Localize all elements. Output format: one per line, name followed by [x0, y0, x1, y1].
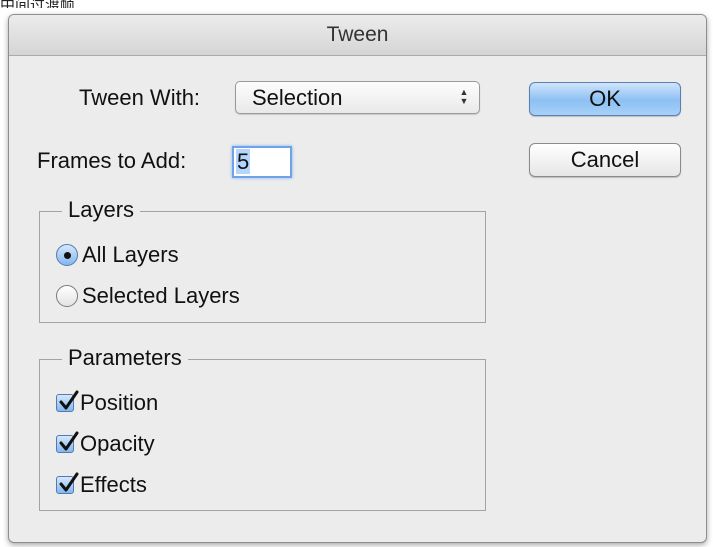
checkmark-icon[interactable]	[56, 390, 79, 412]
radio-all-layers[interactable]: All Layers	[56, 242, 179, 268]
frames-to-add-label: Frames to Add:	[37, 148, 187, 173]
frames-to-add-input[interactable]: 5	[232, 146, 292, 178]
layers-group: Layers All Layers Selected Layers	[39, 197, 486, 323]
dialog-title: Tween	[9, 15, 706, 56]
tween-with-label: Tween With:	[79, 85, 201, 110]
tween-with-value: Selection	[252, 85, 343, 110]
cancel-button[interactable]: Cancel	[529, 143, 681, 177]
ok-button[interactable]: OK	[529, 82, 681, 116]
checkmark-icon[interactable]	[56, 472, 79, 494]
radio-all-layers-label: All Layers	[82, 242, 179, 267]
checkbox-effects-label: Effects	[80, 472, 147, 497]
checkbox-opacity-label: Opacity	[80, 431, 155, 456]
radio-unselected-icon[interactable]	[56, 285, 78, 307]
checkbox-opacity[interactable]: Opacity	[56, 431, 155, 457]
checkbox-effects[interactable]: Effects	[56, 472, 147, 498]
checkbox-position[interactable]: Position	[56, 390, 158, 416]
parameters-group: Parameters Position Opacity Effects	[39, 345, 486, 511]
select-arrows-icon: ▲ ▼	[459, 87, 469, 106]
frames-to-add-value: 5	[236, 149, 251, 174]
tween-with-select[interactable]: Selection ▲ ▼	[235, 81, 480, 114]
page-top-text: 中间过渡帧	[0, 0, 75, 8]
radio-selected-icon[interactable]	[56, 244, 78, 266]
radio-selected-layers-label: Selected Layers	[82, 283, 240, 308]
parameters-group-title: Parameters	[62, 345, 188, 371]
checkmark-icon[interactable]	[56, 431, 79, 453]
checkbox-position-label: Position	[80, 390, 159, 415]
tween-dialog: Tween Tween With: Selection ▲ ▼ Frames to…	[8, 14, 707, 543]
layers-group-title: Layers	[62, 197, 141, 223]
radio-selected-layers[interactable]: Selected Layers	[56, 283, 240, 309]
